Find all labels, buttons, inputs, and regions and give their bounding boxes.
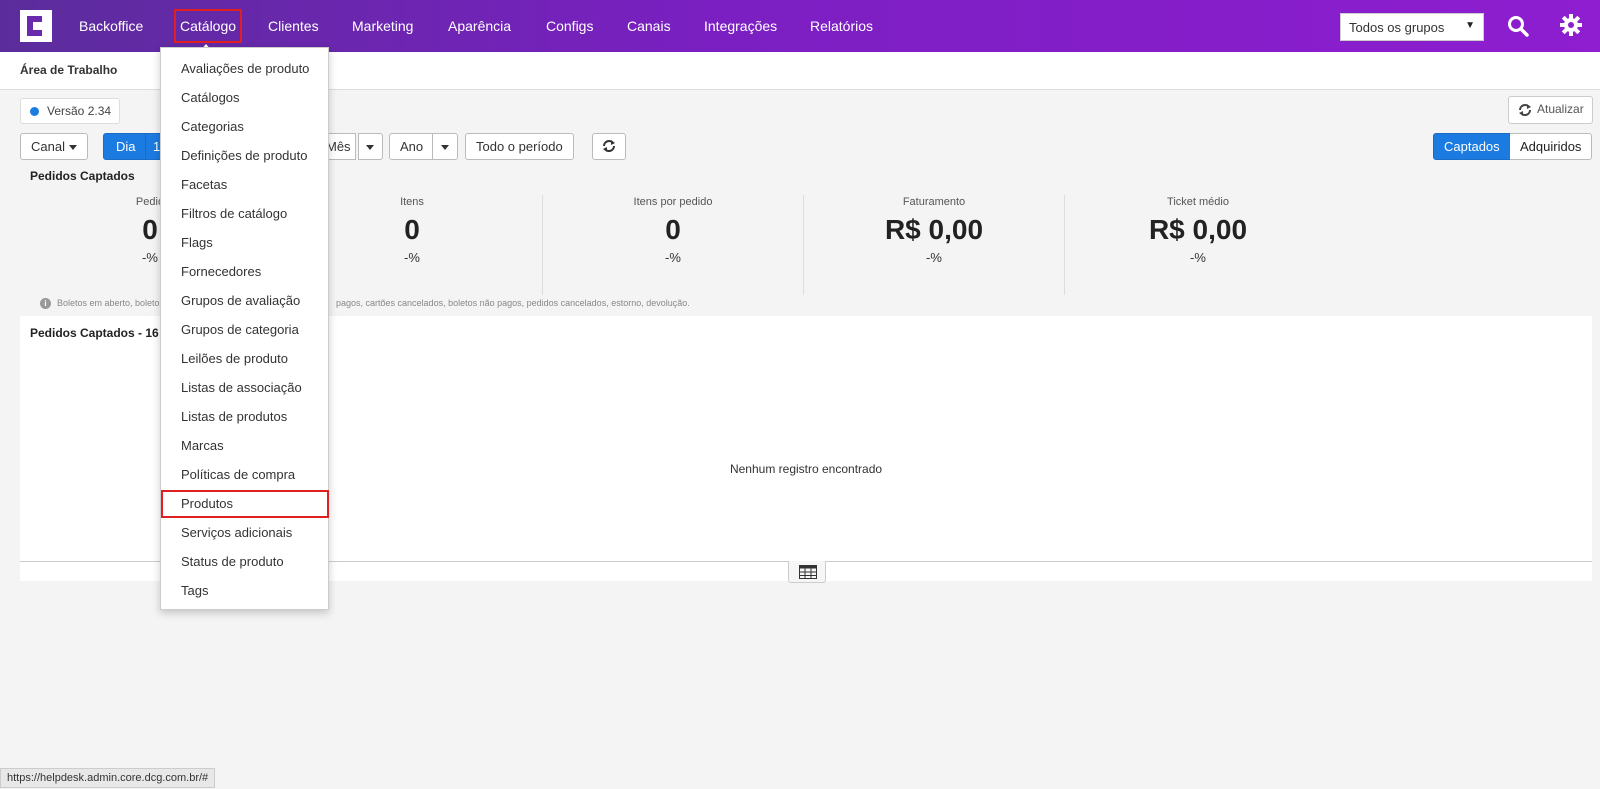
- stat-label: Faturamento: [902, 196, 966, 208]
- menu-item-avaliacoes-de-produto[interactable]: Avaliações de produto: [181, 61, 309, 76]
- reload-button[interactable]: [592, 133, 626, 160]
- refresh-icon: [1519, 104, 1531, 116]
- stat-pct: -%: [926, 250, 942, 265]
- group-select[interactable]: Todos os grupos ▼: [1340, 13, 1484, 41]
- caret-down-icon: [366, 145, 374, 151]
- year-caret-button[interactable]: [432, 133, 458, 160]
- refresh-icon: [603, 140, 615, 152]
- stat-divider: [1064, 195, 1065, 295]
- search-icon[interactable]: [1507, 15, 1529, 37]
- group-select-value: Todos os grupos: [1349, 20, 1445, 35]
- menu-item-fornecedores[interactable]: Fornecedores: [181, 264, 261, 279]
- nav-integracoes[interactable]: Integrações: [704, 17, 777, 35]
- nav-catalogo[interactable]: Catálogo: [174, 9, 243, 43]
- nav-clientes[interactable]: Clientes: [268, 17, 319, 35]
- table-icon: [799, 565, 817, 579]
- page-title: Área de Trabalho: [20, 63, 118, 77]
- nav-relatorios[interactable]: Relatórios: [810, 17, 873, 35]
- all-period-button[interactable]: Todo o período: [465, 133, 574, 160]
- menu-item-definicoes-de-produto[interactable]: Definições de produto: [181, 148, 307, 163]
- menu-item-facetas[interactable]: Facetas: [181, 177, 227, 192]
- caret-down-icon: [68, 145, 77, 151]
- menu-item-servicos-adicionais[interactable]: Serviços adicionais: [181, 525, 292, 540]
- stat-revenue: Faturamento R$ 0,00 -%: [804, 196, 1064, 265]
- nav-aparencia[interactable]: Aparência: [448, 17, 511, 35]
- menu-item-leiloes-de-produto[interactable]: Leilões de produto: [181, 351, 288, 366]
- menu-item-produtos[interactable]: Produtos: [181, 496, 233, 511]
- stat-pct: -%: [1190, 250, 1206, 265]
- select-arrow-icon: ▼: [1465, 20, 1475, 31]
- panel-title: Pedidos Captados - 16: [30, 326, 159, 340]
- menu-item-catalogos[interactable]: Catálogos: [181, 90, 240, 105]
- top-navbar: Backoffice Catálogo Clientes Marketing A…: [0, 0, 1600, 52]
- menu-item-flags[interactable]: Flags: [181, 235, 213, 250]
- section-title: Pedidos Captados: [30, 169, 135, 183]
- stat-average-ticket: Ticket médio R$ 0,00 -%: [1068, 196, 1328, 265]
- stat-pct: -%: [665, 250, 681, 265]
- menu-item-marcas[interactable]: Marcas: [181, 438, 224, 453]
- status-dot-icon: [30, 107, 39, 116]
- nav-configs[interactable]: Configs: [546, 17, 593, 35]
- stat-items-per-order: Itens por pedido 0 -%: [543, 196, 803, 265]
- nav-canais[interactable]: Canais: [627, 17, 671, 35]
- refresh-label: Atualizar: [1537, 102, 1584, 116]
- stat-value: R$ 0,00: [884, 214, 984, 245]
- nav-marketing[interactable]: Marketing: [352, 17, 413, 35]
- info-note-right: pagos, cartões cancelados, boletos não p…: [336, 298, 690, 308]
- catalog-dropdown-menu: Avaliações de produto Catálogos Categori…: [160, 47, 329, 610]
- refresh-button[interactable]: Atualizar: [1508, 96, 1593, 124]
- day-button[interactable]: Dia: [103, 133, 149, 160]
- version-label: Versão 2.34: [47, 104, 112, 118]
- version-badge: Versão 2.34: [20, 98, 121, 124]
- menu-item-categorias[interactable]: Categorias: [181, 119, 244, 134]
- caret-down-icon: [441, 145, 449, 151]
- info-note-left: i Boletos em aberto, boleto: [40, 298, 160, 310]
- status-url-bar: https://helpdesk.admin.core.dcg.com.br/#: [0, 768, 216, 788]
- app-logo-icon[interactable]: [20, 10, 52, 42]
- channel-dropdown[interactable]: Canal: [20, 133, 88, 160]
- stat-value: R$ 0,00: [1148, 214, 1248, 245]
- menu-item-listas-de-associacao[interactable]: Listas de associação: [181, 380, 302, 395]
- info-icon: i: [40, 298, 51, 310]
- gear-icon[interactable]: [1560, 14, 1582, 36]
- acquired-toggle[interactable]: Adquiridos: [1510, 133, 1593, 160]
- captured-toggle[interactable]: Captados: [1433, 133, 1511, 160]
- nav-backoffice[interactable]: Backoffice: [79, 17, 143, 35]
- menu-item-filtros-de-catalogo[interactable]: Filtros de catálogo: [181, 206, 287, 221]
- menu-item-status-de-produto[interactable]: Status de produto: [181, 554, 284, 569]
- year-button[interactable]: Ano: [389, 133, 435, 160]
- menu-item-politicas-de-compra[interactable]: Políticas de compra: [181, 467, 295, 482]
- month-caret-button[interactable]: [358, 133, 383, 160]
- channel-label: Canal: [31, 139, 65, 154]
- stat-label: Itens por pedido: [633, 196, 713, 208]
- info-note-left-text: Boletos em aberto, boleto: [57, 298, 160, 308]
- stat-label: Ticket médio: [1167, 196, 1229, 208]
- menu-item-listas-de-produtos[interactable]: Listas de produtos: [181, 409, 287, 424]
- menu-item-tags[interactable]: Tags: [181, 583, 208, 598]
- menu-item-grupos-de-avaliacao[interactable]: Grupos de avaliação: [181, 293, 300, 308]
- table-view-toggle[interactable]: [788, 561, 826, 583]
- stat-value: 0: [665, 214, 681, 245]
- menu-item-grupos-de-categoria[interactable]: Grupos de categoria: [181, 322, 299, 337]
